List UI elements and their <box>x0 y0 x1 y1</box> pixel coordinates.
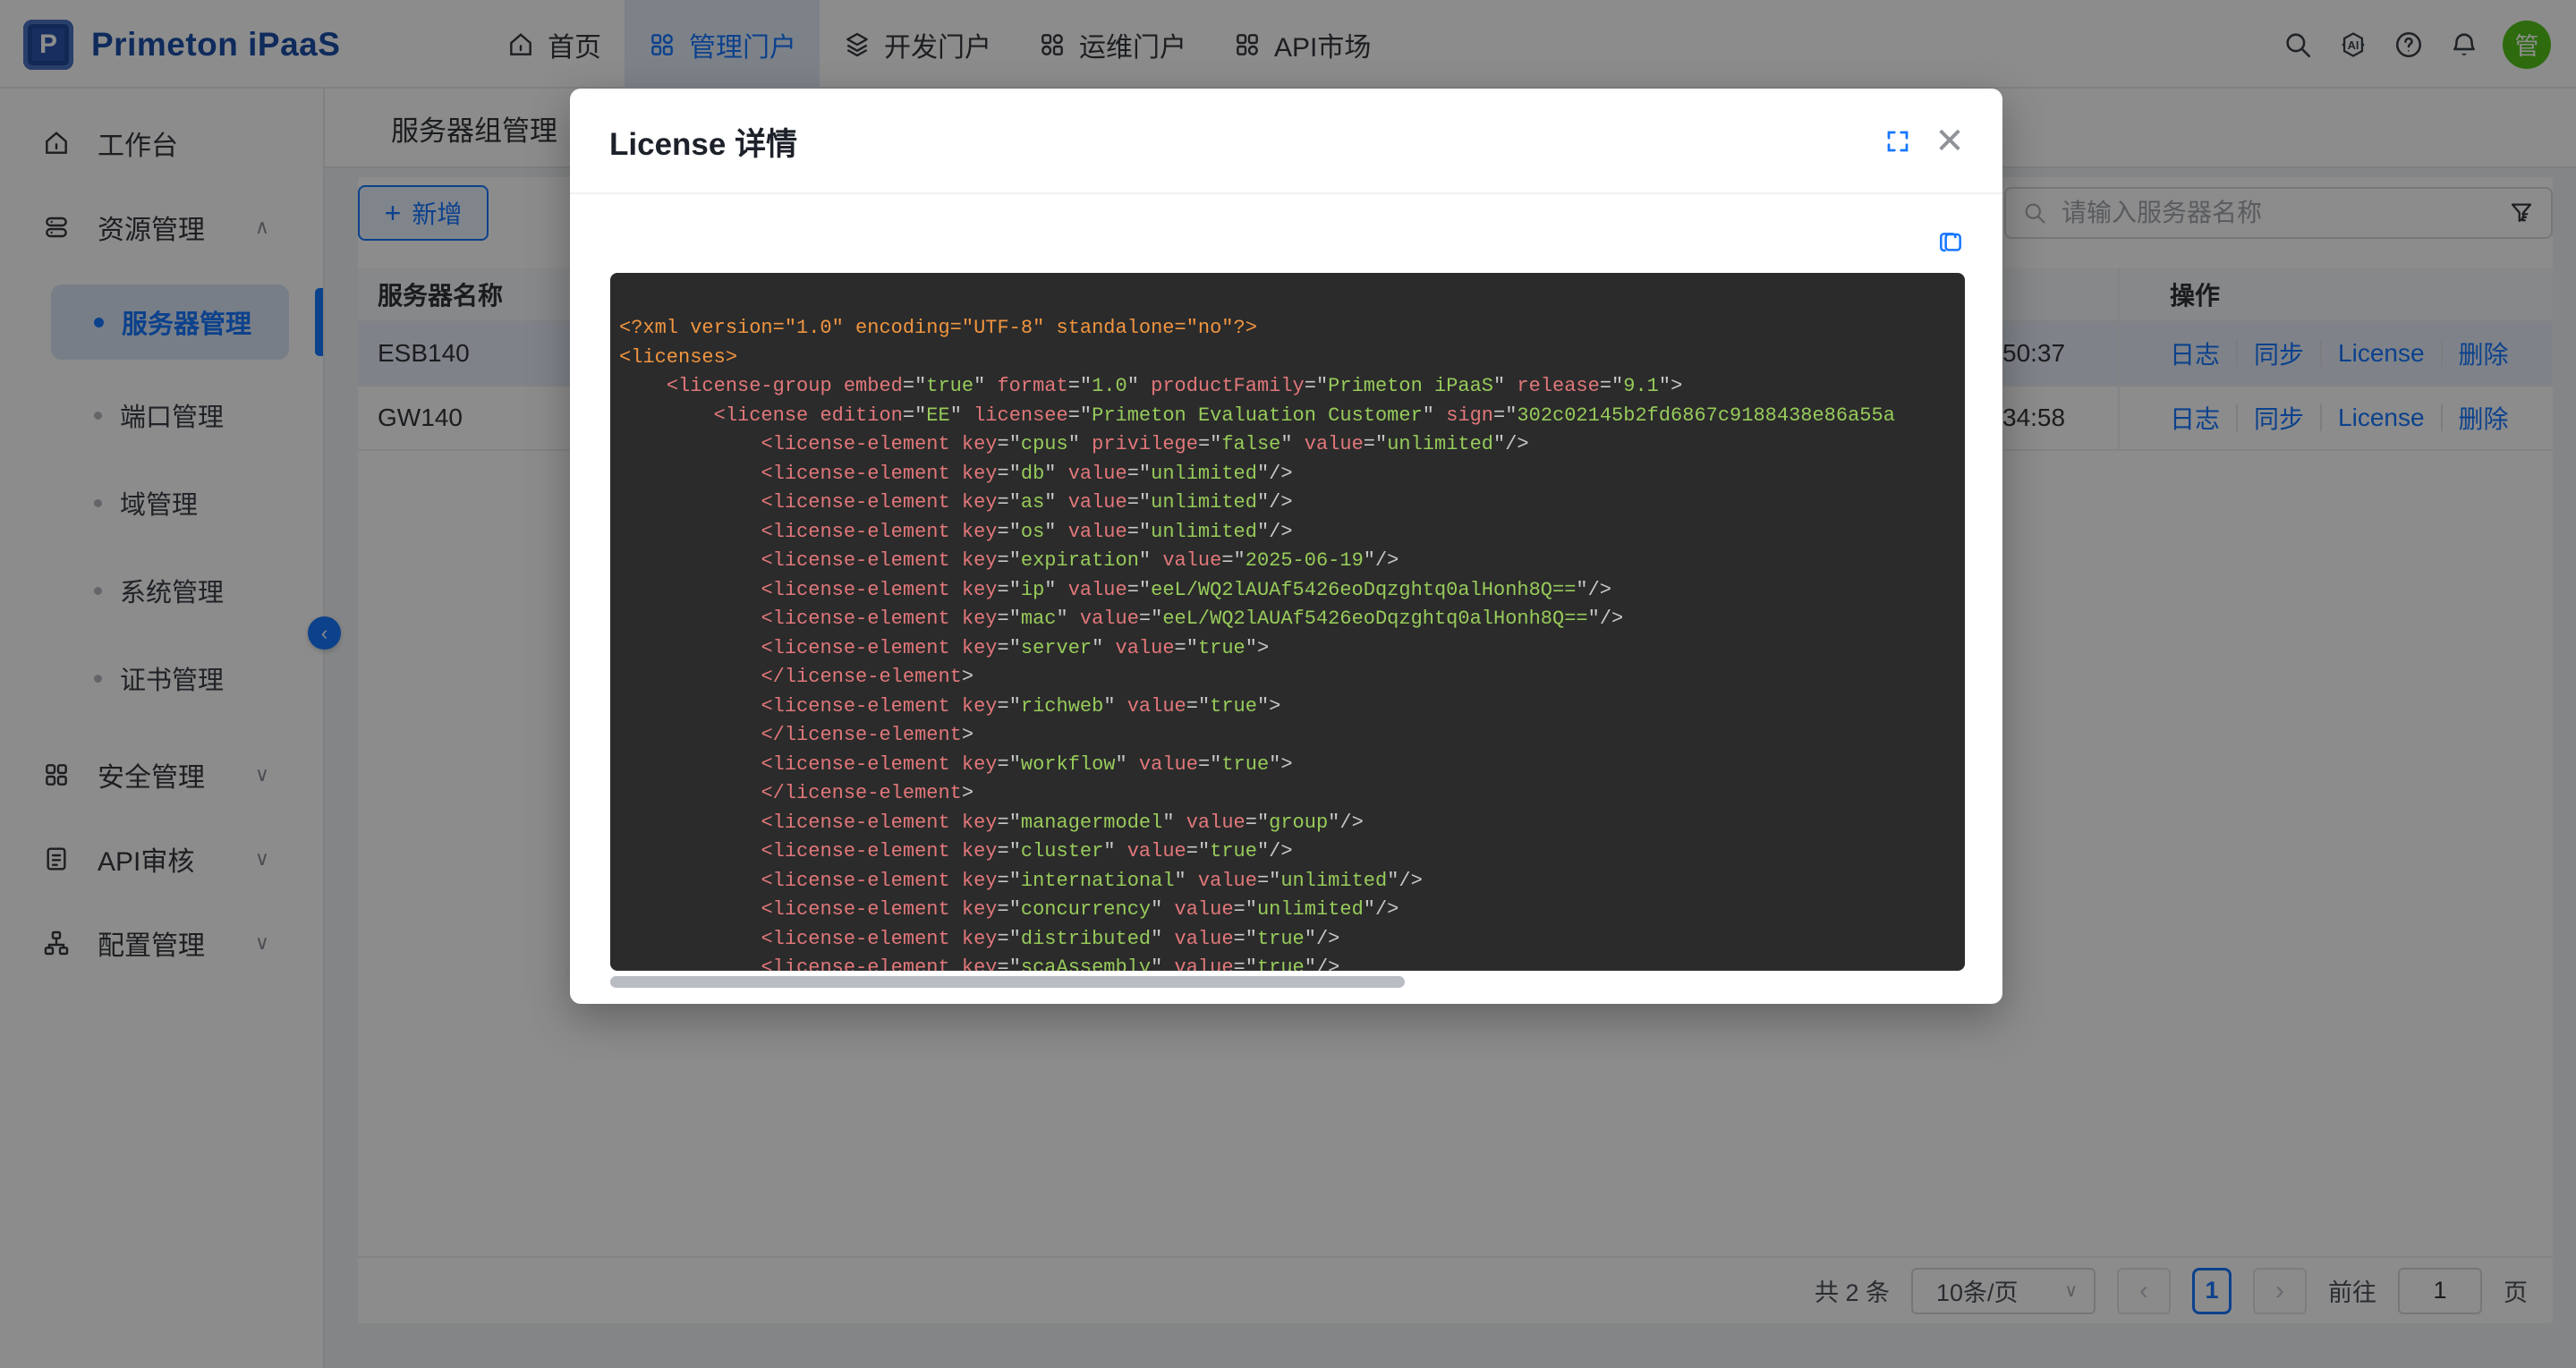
code-line: <license-element key="expiration" value=… <box>619 547 1954 576</box>
code-line: <license-element key="ip" value="eeL/WQ2… <box>619 576 1954 606</box>
code-line: <license-element key="as" value="unlimit… <box>619 489 1954 518</box>
code-line: <license edition="EE" licensee="Primeton… <box>619 402 1954 431</box>
modal-header: License 详情 ✕ <box>570 89 2002 194</box>
code-line: <licenses> <box>619 344 1954 373</box>
code-line: <license-element key="db" value="unlimit… <box>619 460 1954 489</box>
fullscreen-button[interactable] <box>1883 126 1913 157</box>
code-line: <license-element key="server" value="tru… <box>619 634 1954 664</box>
code-line: </license-element> <box>619 663 1954 692</box>
code-line: <license-element key="international" val… <box>619 867 1954 896</box>
copy-button[interactable] <box>1936 227 1965 256</box>
modal-title: License 详情 <box>609 89 797 194</box>
copy-icon <box>1936 227 1965 256</box>
code-line: <?xml version="1.0" encoding="UTF-8" sta… <box>619 314 1954 344</box>
code-line: <license-element key="managermodel" valu… <box>619 809 1954 838</box>
code-line: </license-element> <box>619 779 1954 809</box>
code-line: <license-element key="concurrency" value… <box>619 896 1954 925</box>
close-icon: ✕ <box>1934 123 1965 159</box>
app-root: P Primeton iPaaS 首页 管理门户 开发门户 运维门户 A <box>0 0 2576 1368</box>
fullscreen-icon <box>1884 128 1911 155</box>
code-line: <license-element key="workflow" value="t… <box>619 751 1954 780</box>
code-line: </license-element> <box>619 721 1954 751</box>
code-line: <license-element key="os" value="unlimit… <box>619 518 1954 548</box>
code-line: <license-element key="cluster" value="tr… <box>619 837 1954 867</box>
license-code: <?xml version="1.0" encoding="UTF-8" sta… <box>610 273 1965 971</box>
code-line: <license-element key="richweb" value="tr… <box>619 692 1954 722</box>
code-line: <license-element key="scaAssembly" value… <box>619 954 1954 971</box>
code-line: <license-element key="distributed" value… <box>619 925 1954 955</box>
code-line: <license-element key="mac" value="eeL/WQ… <box>619 605 1954 634</box>
license-detail-modal: License 详情 ✕ <?xml version="1.0" encodin… <box>570 89 2002 1004</box>
code-line: <license-group embed="true" format="1.0"… <box>619 372 1954 402</box>
code-line: <license-element key="cpus" privilege="f… <box>619 430 1954 460</box>
horizontal-scrollbar-thumb[interactable] <box>610 976 1405 988</box>
modal-close-button[interactable]: ✕ <box>1934 126 1965 157</box>
